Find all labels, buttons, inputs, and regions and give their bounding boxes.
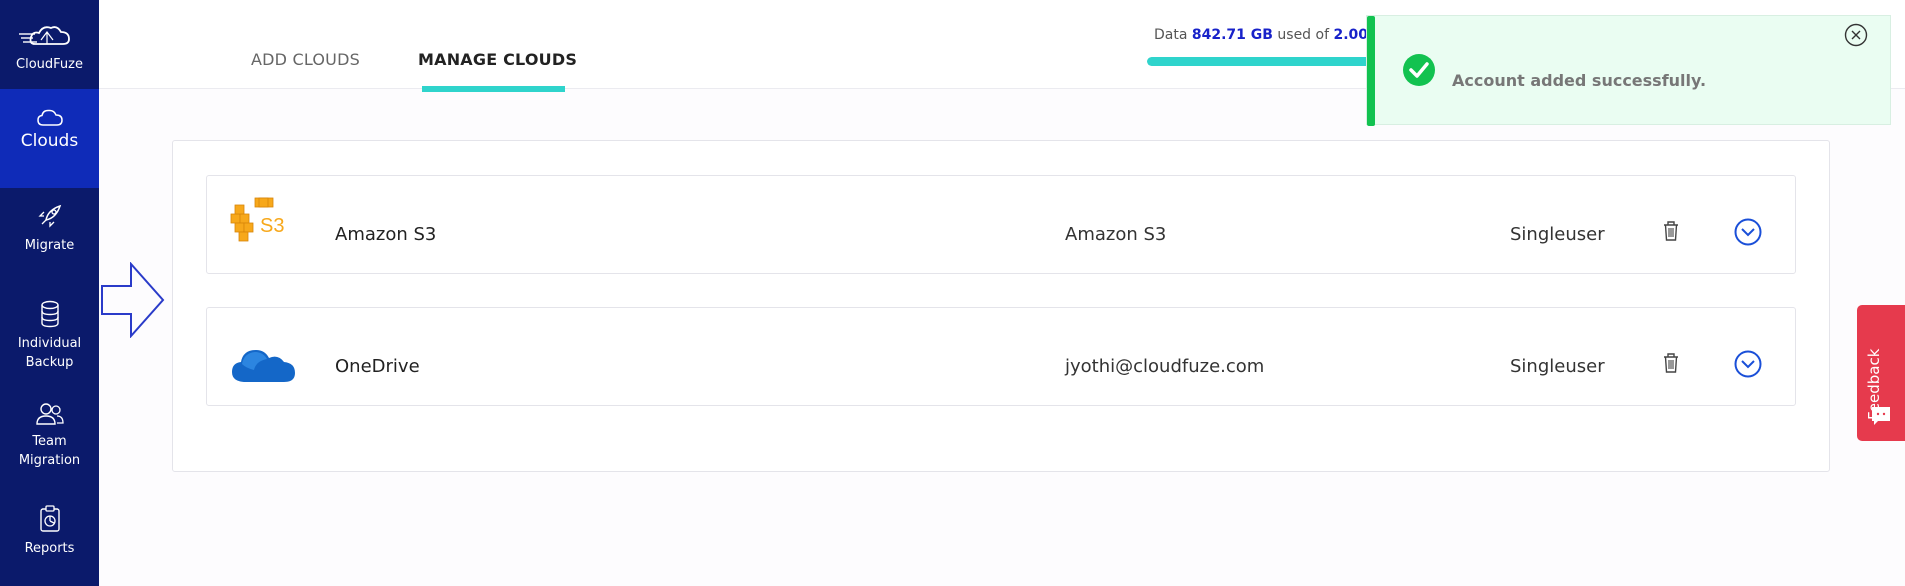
usage-progress-fill xyxy=(1147,57,1385,66)
close-icon[interactable] xyxy=(1844,23,1868,47)
cloud-name: Amazon S3 xyxy=(335,224,437,245)
logo-text: CloudFuze xyxy=(16,57,83,72)
rocket-icon xyxy=(37,204,61,228)
tab-manage-clouds[interactable]: MANAGE CLOUDS xyxy=(418,50,577,69)
usage-progress-bar xyxy=(1147,57,1385,66)
sidebar-item-clouds[interactable]: Clouds xyxy=(0,89,99,188)
cloud-account: jyothi@cloudfuze.com xyxy=(1065,356,1265,377)
sidebar-item-label: Migration xyxy=(18,453,81,468)
active-tab-indicator xyxy=(422,86,565,92)
trash-icon[interactable] xyxy=(1662,352,1680,374)
toast-accent-bar xyxy=(1367,16,1375,126)
sidebar-item-reports[interactable]: Reports xyxy=(0,505,99,575)
sidebar-item-label: Individual xyxy=(17,336,82,351)
sidebar-item-label: Backup xyxy=(25,355,74,370)
logo[interactable]: CloudFuze xyxy=(0,0,99,89)
chat-bubble-icon xyxy=(1872,407,1890,425)
reports-icon xyxy=(39,505,60,532)
cloud-name: OneDrive xyxy=(335,356,420,377)
toast-message: Account added successfully. xyxy=(1452,71,1707,90)
sidebar-item-label: Reports xyxy=(24,541,75,556)
amazon-s3-logo: S3 xyxy=(230,197,284,242)
svg-text:S3: S3 xyxy=(260,215,284,237)
tab-add-clouds[interactable]: ADD CLOUDS xyxy=(251,50,360,69)
check-circle-icon xyxy=(1403,54,1435,86)
cloud-row[interactable]: S3 Amazon S3 Amazon S3 Singleuser xyxy=(206,175,1796,274)
cloud-account: Amazon S3 xyxy=(1065,224,1167,245)
sidebar-item-label: Team xyxy=(32,434,67,449)
onedrive-logo xyxy=(232,350,295,382)
cloud-user-type: Singleuser xyxy=(1510,224,1605,245)
chevron-down-icon[interactable] xyxy=(1734,350,1762,378)
feedback-tab[interactable]: Feedback xyxy=(1857,305,1905,441)
cloud-user-type: Singleuser xyxy=(1510,356,1605,377)
sidebar-item-individual-backup[interactable]: Individual Backup xyxy=(0,300,99,380)
cloud-icon xyxy=(36,109,63,126)
cloud-row[interactable]: OneDrive jyothi@cloudfuze.com Singleuser xyxy=(206,307,1796,406)
team-icon xyxy=(35,403,64,425)
arrow-right-icon xyxy=(101,262,165,338)
sidebar-item-label: Clouds xyxy=(20,131,79,151)
database-icon xyxy=(40,300,59,328)
sidebar-item-team-migration[interactable]: Team Migration xyxy=(0,402,99,482)
trash-icon[interactable] xyxy=(1662,220,1680,242)
sidebar-item-label: Migrate xyxy=(24,238,75,253)
sidebar-item-migrate[interactable]: Migrate xyxy=(0,202,99,272)
usage-middle: used of xyxy=(1277,27,1330,43)
chevron-down-icon[interactable] xyxy=(1734,218,1762,246)
usage-used: 842.71 GB xyxy=(1191,27,1273,43)
cloudfuze-logo-icon xyxy=(19,26,70,45)
sidebar: CloudFuze Clouds Migrate Individual Back… xyxy=(0,0,99,586)
success-toast: Account added successfully. xyxy=(1366,15,1891,126)
data-usage-text: Data 842.71 GB used of 2.00 GB xyxy=(1154,27,1395,43)
usage-prefix: Data xyxy=(1154,27,1188,43)
